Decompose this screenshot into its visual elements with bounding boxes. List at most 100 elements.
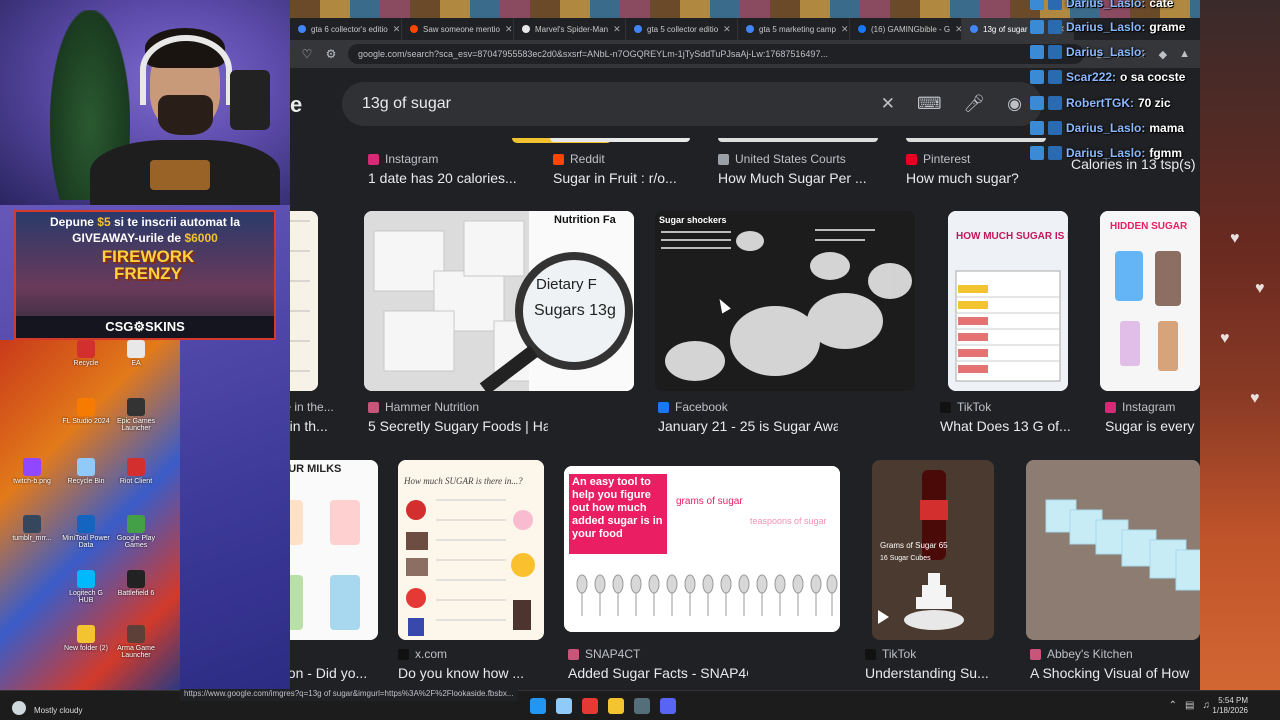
url-field[interactable]: google.com/search?sca_esv=87047955583ec2… [348, 44, 1085, 64]
result-title[interactable]: Sugar in Fruit : r/o... [553, 170, 733, 186]
weather-text[interactable]: Mostly cloudy [34, 706, 82, 715]
desktop-icon[interactable]: Recycle Bin [62, 458, 110, 485]
result-source[interactable]: Reddit [553, 152, 733, 166]
network-icon[interactable]: ▤ [1185, 700, 1194, 711]
desktop-icon[interactable]: New folder (2) [62, 625, 110, 652]
desktop-icon[interactable]: EA [112, 340, 160, 367]
result-image[interactable]: How much SUGAR is there in...? [398, 460, 544, 640]
result-image[interactable]: HOW MUCH SUGAR IS IN YOUR DRINK? [948, 211, 1068, 391]
result-image[interactable]: HIDDEN SUGAR [1100, 211, 1200, 391]
result-title[interactable]: January 21 - 25 is Sugar Awareness ... [658, 418, 838, 434]
result-image[interactable]: Nutrition Fa Dietary F Sugars 13g [364, 211, 634, 391]
result-source[interactable]: Instagram [368, 152, 548, 166]
result-card[interactable]: Facebook Elite PT London - Did yo... [290, 647, 384, 681]
google-logo[interactable]: e [290, 92, 302, 118]
brave-browser-icon[interactable] [582, 698, 598, 714]
browser-tab[interactable]: (16) GAMINGbible - G ✕ [850, 18, 962, 40]
search-input[interactable]: 13g of sugar [362, 95, 859, 113]
result-card[interactable]: Hammer Nutrition 5 Secretly Sugary Foods… [368, 400, 548, 434]
result-image[interactable]: KNOW YOUR MILKS [290, 460, 378, 640]
site-info-icon[interactable]: ⚙ [324, 47, 338, 61]
lens-icon[interactable]: ◉ [1007, 94, 1022, 114]
easy-tool-text: An easy tool to help you figure out how … [572, 476, 663, 540]
desktop-icon[interactable]: Battlefield 6 [112, 570, 160, 597]
result-card[interactable]: Reddit Sugar in Fruit : r/o... [553, 152, 733, 186]
result-source[interactable]: Hammer Nutrition [368, 400, 548, 414]
desktop-icon[interactable]: Logitech G HUB [62, 570, 110, 604]
tab-close-icon[interactable]: ✕ [841, 24, 849, 35]
browser-tab[interactable]: gta 5 collector editio ✕ [626, 18, 738, 40]
desktop-icon[interactable]: Riot Client [112, 458, 160, 485]
result-card[interactable]: TikTok What Does 13 G of... [940, 400, 1120, 434]
result-source[interactable]: x.com [398, 647, 578, 661]
tab-close-icon[interactable]: ✕ [723, 24, 731, 35]
desktop-icon[interactable]: Recycle [62, 340, 110, 367]
result-source[interactable]: TikTok [940, 400, 1120, 414]
microphone-search-icon[interactable]: 🎤︎ [964, 94, 986, 114]
extension-icon[interactable]: ◆ [1159, 48, 1167, 61]
browser-tab[interactable]: gta 6 collector's editio ✕ [290, 18, 402, 40]
result-title[interactable]: A Shocking Visual of How [1030, 665, 1200, 681]
result-image[interactable] [1026, 460, 1200, 640]
result-image[interactable]: Grams of Sugar 65 16 Sugar Cubes [872, 460, 994, 640]
tab-close-icon[interactable]: ✕ [505, 24, 513, 35]
discord-icon[interactable] [660, 698, 676, 714]
result-image[interactable]: Sugar shockers [655, 211, 915, 391]
volume-icon[interactable]: ♫ [1203, 700, 1211, 711]
result-title[interactable]: Understanding Su... [865, 665, 1045, 681]
alert-icon[interactable]: ▲ [1179, 48, 1190, 61]
result-card[interactable]: United States Courts How Much Sugar Per … [718, 152, 898, 186]
clear-icon[interactable]: ✕ [881, 94, 895, 114]
result-title[interactable]: 1 date has 20 calories... [368, 170, 548, 186]
result-source[interactable]: SNAP4CT [568, 647, 748, 661]
result-title[interactable]: How Much Sugar Per ... [718, 170, 898, 186]
desktop-icon[interactable]: tumblr_mrr... [8, 515, 56, 542]
result-title[interactable]: 5 Secretly Sugary Foods | Hammer Nu... [368, 418, 548, 434]
result-card[interactable]: Instagram Sugar is every [1105, 400, 1200, 434]
browser-tab[interactable]: Marvel's Spider-Man ✕ [514, 18, 626, 40]
desktop-app-icon [77, 570, 95, 588]
result-card[interactable]: x.com Do you know how ... [398, 647, 578, 681]
result-title[interactable]: What Does 13 G of... [940, 418, 1120, 434]
result-source[interactable]: Facebook [658, 400, 838, 414]
keyboard-icon[interactable]: ⌨ [917, 94, 942, 114]
desktop-icon[interactable]: Arma Game Launcher [112, 625, 160, 659]
result-source[interactable]: Facebook [290, 647, 384, 661]
result-title[interactable]: Elite PT London - Did yo... [290, 665, 384, 681]
result-card[interactable]: Instagram 1 date has 20 calories... [368, 152, 548, 186]
desktop-icon[interactable]: MiniTool Power Data [62, 515, 110, 549]
result-title[interactable]: How much sugar? [906, 170, 1086, 186]
result-source[interactable]: TikTok [865, 647, 1045, 661]
app-icon[interactable] [634, 698, 650, 714]
file-explorer-icon[interactable] [608, 698, 624, 714]
result-card[interactable]: Facebook January 21 - 25 is Sugar Awaren… [658, 400, 838, 434]
clock[interactable]: 5:54 PM 1/18/2026 [1212, 696, 1248, 716]
result-title[interactable]: Sugar is every [1105, 418, 1200, 434]
tab-close-icon[interactable]: ✕ [955, 24, 961, 35]
browser-tab[interactable]: Saw someone mentio ✕ [402, 18, 514, 40]
result-source[interactable]: Abbey's Kitchen [1030, 647, 1200, 661]
result-card[interactable]: SNAP4CT Added Sugar Facts - SNAP4CT [568, 647, 748, 681]
desktop-icon[interactable]: twitch-b.png [8, 458, 56, 485]
bookmark-icon[interactable]: ♡ [300, 47, 314, 61]
tab-close-icon[interactable]: ✕ [613, 24, 621, 35]
browser-tab[interactable]: gta 5 marketing camp ✕ [738, 18, 850, 40]
result-card[interactable]: TikTok Understanding Su... [865, 647, 1045, 681]
desktop-icon[interactable]: FL Studio 2024 [62, 398, 110, 425]
chat-badge-icon [1030, 121, 1044, 135]
search-box[interactable]: 13g of sugar ✕ ⌨ 🎤︎ ◉ [342, 82, 1042, 126]
result-title[interactable]: Do you know how ... [398, 665, 578, 681]
weather-icon[interactable] [12, 701, 26, 715]
tab-close-icon[interactable]: ✕ [393, 24, 401, 35]
taskview-icon[interactable] [556, 698, 572, 714]
result-card[interactable]: Abbey's Kitchen A Shocking Visual of How [1030, 647, 1200, 681]
result-image[interactable] [290, 211, 318, 391]
start-icon[interactable] [530, 698, 546, 714]
result-image[interactable]: An easy tool to help you figure out how … [564, 466, 840, 632]
result-title[interactable]: Added Sugar Facts - SNAP4CT [568, 665, 748, 681]
result-source[interactable]: United States Courts [718, 152, 898, 166]
desktop-icon[interactable]: Epic Games Launcher [112, 398, 160, 432]
result-source[interactable]: Instagram [1105, 400, 1200, 414]
desktop-icon[interactable]: Google Play Games [112, 515, 160, 549]
chevron-up-icon[interactable]: ⌃ [1169, 700, 1177, 711]
